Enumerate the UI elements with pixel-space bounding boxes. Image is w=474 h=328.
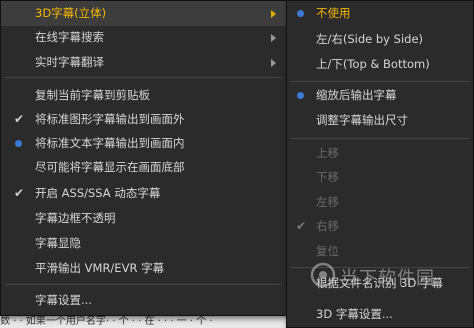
menu-item-label: 在线字幕搜索 [35,30,104,44]
menu-item-label: 3D 字幕设置... [316,307,393,321]
menu-item-subtitle-bottom[interactable]: 尽可能将字幕显示在画面底部 [1,155,286,180]
menu-separator [291,81,469,82]
menu-item-online-subtitle-search[interactable]: 在线字幕搜索 [1,25,286,50]
menu-item-label: 字幕边框不透明 [35,211,116,225]
menu-item-label: 缩放后输出字幕 [316,88,397,102]
menu-item-ass-ssa-dynamic[interactable]: ✔ 开启 ASS/SSA 动态字幕 [1,181,286,206]
menu-item-label: 上移 [316,146,339,160]
menu-item-label: 将标准图形字幕输出到画面外 [35,112,185,126]
submenu-item-move-up[interactable]: 上移 [287,141,473,166]
menu-item-label: 尽可能将字幕显示在画面底部 [35,160,185,174]
checkmark-icon: ✔ [295,219,307,233]
submenu-item-move-right[interactable]: ✔ 右移 [287,214,473,239]
menu-item-label: 复制当前字幕到剪贴板 [35,88,150,102]
menu-separator [5,284,282,285]
menu-item-label: 字幕设置... [35,293,92,307]
menu-item-label: 将标准文本字幕输出到画面内 [35,136,185,150]
submenu-item-side-by-side[interactable]: 左/右(Side by Side) [287,27,473,52]
radio-dot-icon [297,92,304,99]
checkmark-icon: ✔ [13,186,25,200]
menu-item-subtitle-settings[interactable]: 字幕设置... [1,288,286,313]
menu-item-label: 复位 [316,244,339,258]
subtitle-context-menu: 3D字幕(立体) 在线字幕搜索 实时字幕翻译 复制当前字幕到剪贴板 ✔ 将标准图… [0,0,287,316]
menu-item-label: 字幕显隐 [35,236,81,250]
submenu-item-disable[interactable]: 不使用 [287,1,473,26]
menu-item-label: 3D字幕(立体) [35,6,107,20]
submenu-arrow-icon [271,10,276,18]
menu-item-label: 右移 [316,219,339,233]
submenu-arrow-icon [271,59,276,67]
menu-item-smooth-vmr-evr[interactable]: 平滑输出 VMR/EVR 字幕 [1,256,286,281]
menu-item-label: 实时字幕翻译 [35,55,104,69]
menu-separator [291,138,469,139]
menu-item-label: 左/右(Side by Side) [316,32,424,46]
background-text: 数 · · 如果一个用户名字· · 个 · · 在 · · · 一 · 个 · [0,316,213,327]
radio-dot-icon [15,140,22,147]
watermark-logo: 当下软件园 [310,262,470,292]
submenu-item-top-bottom[interactable]: 上/下(Top & Bottom) [287,52,473,77]
menu-item-label: 调整字幕输出尺寸 [316,113,408,127]
menu-item-label: 左移 [316,195,339,209]
checkmark-icon: ✔ [13,112,25,126]
menu-item-label: 上/下(Top & Bottom) [316,57,430,71]
menu-item-label: 不使用 [316,6,351,20]
menu-item-label: 平滑输出 VMR/EVR 字幕 [35,261,165,275]
submenu-item-adjust-size[interactable]: 调整字幕输出尺寸 [287,108,473,133]
menu-item-graphic-subtitle-outside[interactable]: ✔ 将标准图形字幕输出到画面外 [1,107,286,132]
submenu-arrow-icon [271,34,276,42]
menu-item-realtime-translation[interactable]: 实时字幕翻译 [1,50,286,75]
submenu-item-move-left[interactable]: 左移 [287,190,473,215]
menu-item-label: 开启 ASS/SSA 动态字幕 [35,186,161,200]
menu-separator [5,77,282,78]
menu-item-text-subtitle-inside[interactable]: 将标准文本字幕输出到画面内 [1,131,286,156]
submenu-item-reset[interactable]: 复位 [287,239,473,264]
watermark-icon [310,262,336,288]
menu-item-label: 下移 [316,170,339,184]
submenu-item-3d-settings[interactable]: 3D 字幕设置... [287,302,473,327]
watermark-text: 当下软件园 [340,268,435,289]
submenu-item-scaled-output[interactable]: 缩放后输出字幕 [287,83,473,108]
menu-item-copy-subtitle[interactable]: 复制当前字幕到剪贴板 [1,83,286,108]
menu-item-toggle-subtitle[interactable]: 字幕显隐 [1,231,286,256]
radio-dot-icon [297,10,304,17]
submenu-item-move-down[interactable]: 下移 [287,165,473,190]
menu-item-opaque-border[interactable]: 字幕边框不透明 [1,206,286,231]
menu-item-3d-subtitle[interactable]: 3D字幕(立体) [1,1,286,26]
screen: 数 · · 如果一个用户名字· · 个 · · 在 · · · 一 · 个 · … [0,0,474,328]
